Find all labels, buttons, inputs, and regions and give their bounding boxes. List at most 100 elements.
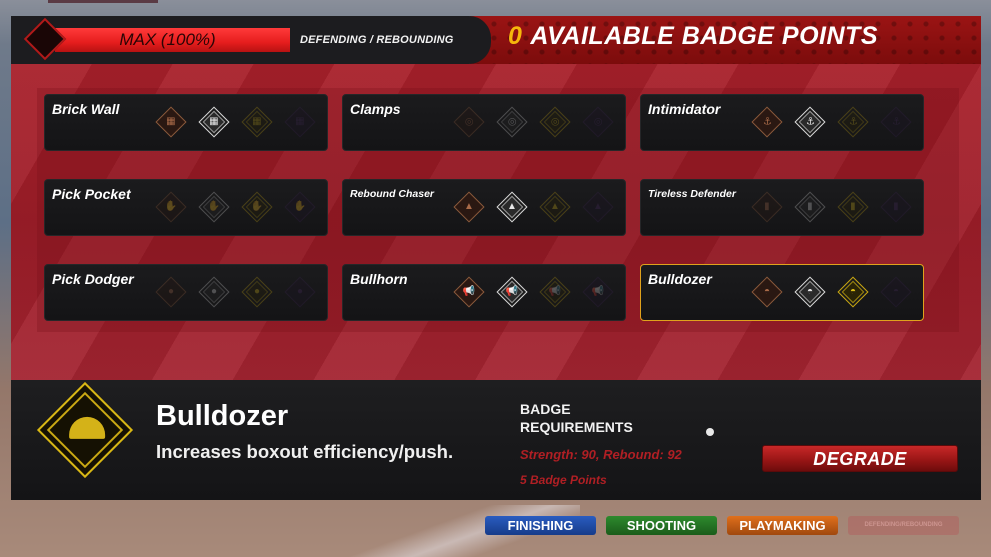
silver-tier-bullhorn-icon: 📢	[496, 276, 528, 308]
gold-tier-hand-icon: ✋	[241, 191, 273, 223]
bronze-tier-bullhorn-icon: 📢	[453, 276, 485, 308]
clamps-icon: ◎	[550, 115, 560, 127]
purple-tier-rebound-icon: ▲	[582, 191, 614, 223]
purple-tier-ball-icon: ●	[284, 276, 316, 308]
rebound-icon: ▲	[550, 201, 560, 212]
brick-wall-icon: ▦	[166, 115, 176, 127]
gold-tier-bullhorn-icon: 📢	[539, 276, 571, 308]
bronze-tier-brick-wall-icon: ▦	[155, 106, 187, 138]
rebound-icon: ▲	[593, 201, 603, 212]
bronze-tier-ball-icon: ●	[155, 276, 187, 308]
selected-badge-helmet-icon	[36, 381, 134, 479]
battery-icon: ▮	[850, 200, 856, 212]
badge-name: Intimidator	[648, 101, 721, 117]
tab-defending-rebounding[interactable]: DEFENDING/REBOUNDING	[848, 516, 959, 535]
anchor-icon: ⚓	[762, 116, 772, 127]
brick-wall-icon: ▦	[295, 115, 305, 127]
ball-icon: ●	[167, 285, 175, 297]
clamps-icon: ◎	[507, 115, 517, 127]
badge-name: Brick Wall	[52, 101, 120, 117]
ball-icon: ●	[253, 285, 261, 297]
ball-icon: ●	[296, 285, 304, 297]
badge-card[interactable]: Rebound Chaser ▲ ▲ ▲ ▲	[342, 179, 626, 236]
battery-icon: ▮	[893, 200, 899, 212]
anchor-icon: ⚓	[805, 116, 815, 127]
battery-icon: ▮	[764, 200, 770, 212]
helmet-icon	[69, 416, 106, 439]
silver-tier-anchor-icon: ⚓	[794, 106, 826, 138]
silver-tier-rebound-icon: ▲	[496, 191, 528, 223]
tab-playmaking[interactable]: PLAYMAKING	[727, 516, 838, 535]
badge-card[interactable]: Pick Dodger ● ● ● ●	[44, 264, 328, 321]
hand-icon: ✋	[250, 200, 264, 212]
hand-icon: ✋	[164, 200, 178, 212]
badge-name: Pick Dodger	[52, 271, 134, 287]
bullhorn-icon: 📢	[591, 285, 605, 297]
bronze-tier-clamps-icon: ◎	[453, 106, 485, 138]
badge-name: Bullhorn	[350, 271, 408, 287]
badge-card[interactable]: Tireless Defender ▮ ▮ ▮ ▮	[640, 179, 924, 236]
silver-tier-hand-icon: ✋	[198, 191, 230, 223]
clamps-icon: ◎	[593, 115, 603, 127]
badge-name: Rebound Chaser	[350, 188, 435, 200]
purple-tier-hand-icon: ✋	[284, 191, 316, 223]
purple-tier-brick-wall-icon: ▦	[284, 106, 316, 138]
requirements-title: BADGE REQUIREMENTS	[520, 401, 633, 435]
battery-icon: ▮	[807, 200, 813, 212]
cursor-icon	[706, 428, 714, 436]
gold-tier-battery-icon: ▮	[837, 191, 869, 223]
gold-tier-clamps-icon: ◎	[539, 106, 571, 138]
purple-tier-clamps-icon: ◎	[582, 106, 614, 138]
bronze-tier-anchor-icon: ⚓	[751, 106, 783, 138]
tab-shooting[interactable]: SHOOTING	[606, 516, 717, 535]
requirements-stats: Strength: 90, Rebound: 92	[520, 447, 682, 462]
anchor-icon: ⚓	[848, 116, 858, 127]
silver-tier-helmet-icon: ◓	[794, 276, 826, 308]
detail-description: Increases boxout efficiency/push.	[156, 441, 454, 462]
available-points-count: 0	[508, 22, 523, 50]
rebound-icon: ▲	[464, 201, 474, 212]
silver-tier-clamps-icon: ◎	[496, 106, 528, 138]
bronze-tier-hand-icon: ✋	[155, 191, 187, 223]
bullhorn-icon: 📢	[462, 285, 476, 297]
badge-name: Pick Pocket	[52, 186, 131, 202]
bronze-tier-battery-icon: ▮	[751, 191, 783, 223]
badge-card[interactable]: Bulldozer ◓ ◓ ◓ ◓	[640, 264, 924, 321]
badge-card[interactable]: Bullhorn 📢 📢 📢 📢	[342, 264, 626, 321]
helmet-icon: ◓	[806, 285, 814, 297]
badge-card[interactable]: Pick Pocket ✋ ✋ ✋ ✋	[44, 179, 328, 236]
silver-tier-battery-icon: ▮	[794, 191, 826, 223]
badge-card[interactable]: Brick Wall ▦ ▦ ▦ ▦	[44, 94, 328, 151]
badge-card[interactable]: Intimidator ⚓ ⚓ ⚓ ⚓	[640, 94, 924, 151]
gold-tier-ball-icon: ●	[241, 276, 273, 308]
hand-icon: ✋	[207, 200, 221, 212]
gold-tier-brick-wall-icon: ▦	[241, 106, 273, 138]
tab-finishing[interactable]: FINISHING	[485, 516, 596, 535]
progress-label: MAX (100%)	[119, 30, 216, 49]
bullhorn-icon: 📢	[548, 285, 562, 297]
category-label: DEFENDING / REBOUNDING	[300, 34, 454, 46]
detail-title: Bulldozer	[156, 400, 289, 432]
clamps-icon: ◎	[464, 115, 474, 127]
available-points-title: 0 AVAILABLE BADGE POINTS	[508, 22, 878, 51]
badge-grid-panel: Brick Wall ▦ ▦ ▦ ▦ Clamps ◎ ◎ ◎ ◎ Intimidator ⚓ ⚓ ⚓ ⚓ P…	[11, 64, 981, 380]
badge-name: Bulldozer	[648, 271, 712, 287]
helmet-icon: ◓	[849, 285, 857, 297]
purple-tier-anchor-icon: ⚓	[880, 106, 912, 138]
purple-tier-bullhorn-icon: 📢	[582, 276, 614, 308]
available-points-label: AVAILABLE BADGE POINTS	[530, 22, 878, 50]
bullhorn-icon: 📢	[505, 285, 519, 297]
purple-tier-battery-icon: ▮	[880, 191, 912, 223]
badge-card[interactable]: Clamps ◎ ◎ ◎ ◎	[342, 94, 626, 151]
brick-wall-icon: ▦	[252, 115, 262, 127]
badge-name: Clamps	[350, 101, 401, 117]
degrade-button[interactable]: DEGRADE	[762, 445, 958, 472]
gold-tier-helmet-icon: ◓	[837, 276, 869, 308]
rebound-icon: ▲	[507, 201, 517, 212]
brick-wall-icon: ▦	[209, 115, 219, 127]
helmet-icon: ◓	[763, 285, 771, 297]
bronze-tier-helmet-icon: ◓	[751, 276, 783, 308]
requirements-points: 5 Badge Points	[520, 473, 607, 487]
bronze-tier-rebound-icon: ▲	[453, 191, 485, 223]
badge-name: Tireless Defender	[648, 188, 736, 200]
